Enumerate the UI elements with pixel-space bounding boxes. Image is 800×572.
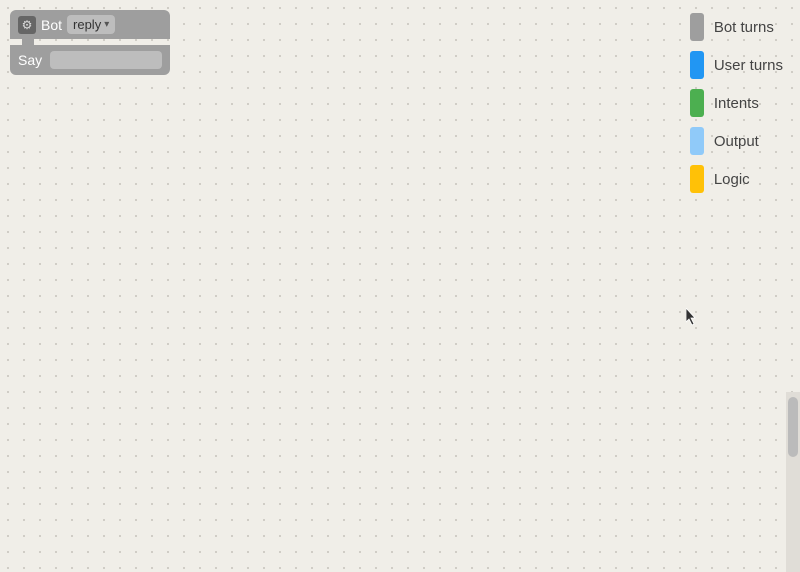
bot-turns-label: Bot turns <box>714 19 774 36</box>
bot-block: ⚙ Bot reply ▾ <box>10 10 170 39</box>
intents-label: Intents <box>714 95 759 112</box>
output-color <box>690 127 704 155</box>
legend-item-user-turns: User turns <box>690 51 783 79</box>
intents-color <box>690 89 704 117</box>
legend-item-intents: Intents <box>690 89 783 117</box>
say-label: Say <box>18 52 42 68</box>
output-label: Output <box>714 133 759 150</box>
user-turns-color <box>690 51 704 79</box>
legend-item-output: Output <box>690 127 783 155</box>
logic-label: Logic <box>714 171 750 188</box>
legend-item-logic: Logic <box>690 165 783 193</box>
logic-color <box>690 165 704 193</box>
say-block: Say <box>10 45 170 75</box>
scrollbar[interactable] <box>786 392 800 572</box>
reply-dropdown[interactable]: reply ▾ <box>67 15 115 34</box>
legend: Bot turns User turns Intents Output Logi… <box>678 5 795 201</box>
legend-item-bot-turns: Bot turns <box>690 13 783 41</box>
bot-turns-color <box>690 13 704 41</box>
chevron-down-icon: ▾ <box>104 19 109 30</box>
bot-label: Bot <box>41 17 62 33</box>
block-group: ⚙ Bot reply ▾ Say <box>10 10 170 75</box>
dropdown-value: reply <box>73 17 101 32</box>
scrollbar-thumb[interactable] <box>788 397 798 457</box>
say-input[interactable] <box>50 51 162 69</box>
gear-icon[interactable]: ⚙ <box>18 16 36 34</box>
user-turns-label: User turns <box>714 57 783 74</box>
